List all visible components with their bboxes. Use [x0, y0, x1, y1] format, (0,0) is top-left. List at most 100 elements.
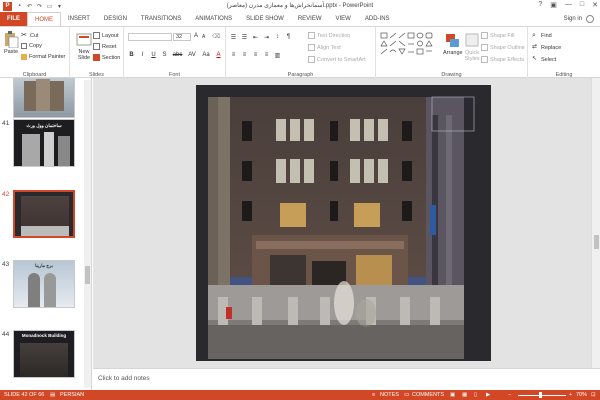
tab-animations[interactable]: ANIMATIONS	[188, 12, 239, 26]
tab-file[interactable]: FILE	[0, 12, 27, 26]
text-direction-button[interactable]: Text Direction	[308, 32, 350, 39]
shrink-font-icon[interactable]: A	[202, 34, 205, 40]
find-button[interactable]: ⌕ Find	[532, 32, 552, 39]
slide-number-42: 42	[2, 191, 10, 198]
numbering-icon[interactable]: ☰	[241, 34, 248, 41]
tab-home[interactable]: HOME	[27, 12, 61, 26]
bullets-icon[interactable]: ☰	[230, 34, 237, 41]
maximize-button[interactable]: □	[580, 1, 584, 9]
italic-button[interactable]: I	[139, 52, 146, 58]
arrange-label: Arrange	[443, 50, 463, 56]
reading-view-icon[interactable]: ▯	[474, 392, 477, 398]
tab-add-ins[interactable]: ADD-INS	[358, 12, 397, 26]
font-color-button[interactable]: A	[215, 52, 222, 58]
tab-review[interactable]: REVIEW	[291, 12, 329, 26]
font-group: 32 A A ⌫ B I U S abc AV Aa A Font	[124, 27, 226, 79]
avatar-icon[interactable]	[586, 15, 594, 23]
slide-sorter-view-icon[interactable]: ▦	[462, 392, 467, 398]
increase-indent-icon[interactable]: ⇥	[263, 34, 270, 41]
select-button[interactable]: ↖ Select	[532, 56, 556, 63]
align-text-button[interactable]: Align Text	[308, 44, 341, 51]
notes-placeholder: Click to add notes	[98, 375, 150, 382]
decrease-indent-icon[interactable]: ⇤	[252, 34, 259, 41]
proofing-icon[interactable]: ▤	[50, 392, 55, 398]
strikethrough-button[interactable]: abc	[172, 52, 183, 58]
slide-thumbnail-41[interactable]: ساختمان وول ورث	[13, 119, 75, 167]
shapes-gallery[interactable]	[380, 32, 440, 62]
zoom-slider[interactable]	[518, 395, 566, 396]
arrange-button[interactable]: Arrange	[443, 32, 463, 56]
convert-to-smartart-button[interactable]: Convert to SmartArt	[308, 56, 366, 63]
align-text-label: Align Text	[317, 44, 341, 51]
thumbnail-scrollbar-thumb[interactable]	[85, 266, 90, 284]
ribbon-tabs: FILE HOME INSERT DESIGN TRANSITIONS ANIM…	[0, 12, 600, 26]
thumbnail-scrollbar[interactable]	[84, 80, 91, 388]
clear-formatting-icon[interactable]: ⌫	[212, 33, 220, 40]
grow-font-icon[interactable]: A	[194, 33, 198, 39]
align-text-icon	[308, 44, 315, 51]
shadow-button[interactable]: S	[161, 52, 168, 58]
align-center-icon[interactable]: ≡	[241, 52, 248, 59]
format-painter-button[interactable]: Format Painter	[21, 54, 65, 60]
reset-button[interactable]: Reset	[93, 43, 116, 50]
align-left-icon[interactable]: ≡	[230, 52, 237, 59]
replace-button[interactable]: ⇄ Replace	[532, 44, 561, 51]
slide-show-view-icon[interactable]: ▶	[486, 392, 490, 398]
redo-icon[interactable]: ↷	[36, 3, 43, 10]
line-spacing-icon[interactable]: ↕	[274, 34, 281, 41]
notes-status-button[interactable]: NOTES	[380, 392, 399, 398]
current-slide-canvas[interactable]	[196, 85, 491, 361]
clipboard-group: Paste ✂ Cut Copy Format Painter Clipboar…	[0, 27, 70, 79]
slide-thumbnail-44[interactable]: Monadnock Building	[13, 330, 75, 378]
slide-thumbnail-40[interactable]	[13, 78, 75, 118]
section-icon	[93, 54, 100, 61]
character-spacing-button[interactable]: AV	[187, 52, 197, 58]
align-right-icon[interactable]: ≡	[252, 52, 259, 59]
undo-icon[interactable]: ↶	[26, 3, 33, 10]
tab-slide-show[interactable]: SLIDE SHOW	[239, 12, 291, 26]
tab-view[interactable]: VIEW	[329, 12, 358, 26]
comments-status-button[interactable]: COMMENTS	[412, 392, 444, 398]
columns-icon[interactable]: ▥	[274, 52, 281, 59]
main-scrollbar-thumb[interactable]	[594, 235, 599, 249]
slide-thumbnail-43[interactable]: برج مارینا	[13, 260, 75, 308]
section-button[interactable]: Section	[93, 54, 120, 61]
normal-view-icon[interactable]: ▣	[450, 392, 455, 398]
new-slide-button[interactable]: New Slide	[73, 31, 95, 61]
tab-design[interactable]: DESIGN	[97, 12, 134, 26]
zoom-out-button[interactable]: −	[508, 392, 511, 398]
justify-icon[interactable]: ≡	[263, 52, 270, 59]
shape-outline-button[interactable]: Shape Outline	[481, 44, 525, 51]
font-size-combobox[interactable]: 32	[173, 33, 191, 41]
change-case-button[interactable]: Aa	[201, 52, 211, 58]
main-vertical-scrollbar[interactable]	[591, 78, 600, 368]
shape-fill-button[interactable]: Shape Fill	[481, 32, 514, 39]
shape-effects-button[interactable]: Shape Effects	[481, 56, 524, 63]
minimize-button[interactable]: —	[565, 1, 572, 9]
copy-button[interactable]: Copy	[21, 43, 42, 49]
rtl-icon[interactable]: ¶	[285, 34, 292, 41]
help-button[interactable]: ?	[538, 1, 542, 9]
start-slideshow-icon[interactable]: ▭	[46, 3, 53, 10]
zoom-slider-knob[interactable]	[539, 392, 542, 398]
zoom-in-button[interactable]: +	[569, 392, 572, 398]
quick-styles-button[interactable]: Quick Styles	[462, 32, 482, 62]
close-button[interactable]: ✕	[592, 1, 598, 9]
tab-insert[interactable]: INSERT	[61, 12, 97, 26]
slide-thumbnail-42[interactable]	[13, 190, 75, 238]
paste-button[interactable]: Paste	[3, 31, 19, 55]
customize-qat-icon[interactable]: ▾	[56, 3, 63, 10]
notes-pane[interactable]: Click to add notes	[93, 368, 600, 390]
bold-button[interactable]: B	[128, 52, 135, 58]
font-name-combobox[interactable]	[128, 33, 172, 41]
layout-button[interactable]: Layout	[93, 32, 119, 39]
ribbon-display-options-icon[interactable]: ▣	[550, 1, 557, 9]
underline-button[interactable]: U	[150, 52, 157, 58]
sign-in-link[interactable]: Sign in	[564, 16, 582, 22]
language-status[interactable]: PERSIAN	[60, 392, 84, 398]
tab-transitions[interactable]: TRANSITIONS	[134, 12, 188, 26]
cut-button[interactable]: ✂ Cut	[21, 32, 39, 39]
save-icon[interactable]: ▪	[16, 3, 23, 10]
fit-slide-icon[interactable]: ⊡	[591, 392, 596, 398]
zoom-level[interactable]: 70%	[576, 392, 587, 398]
